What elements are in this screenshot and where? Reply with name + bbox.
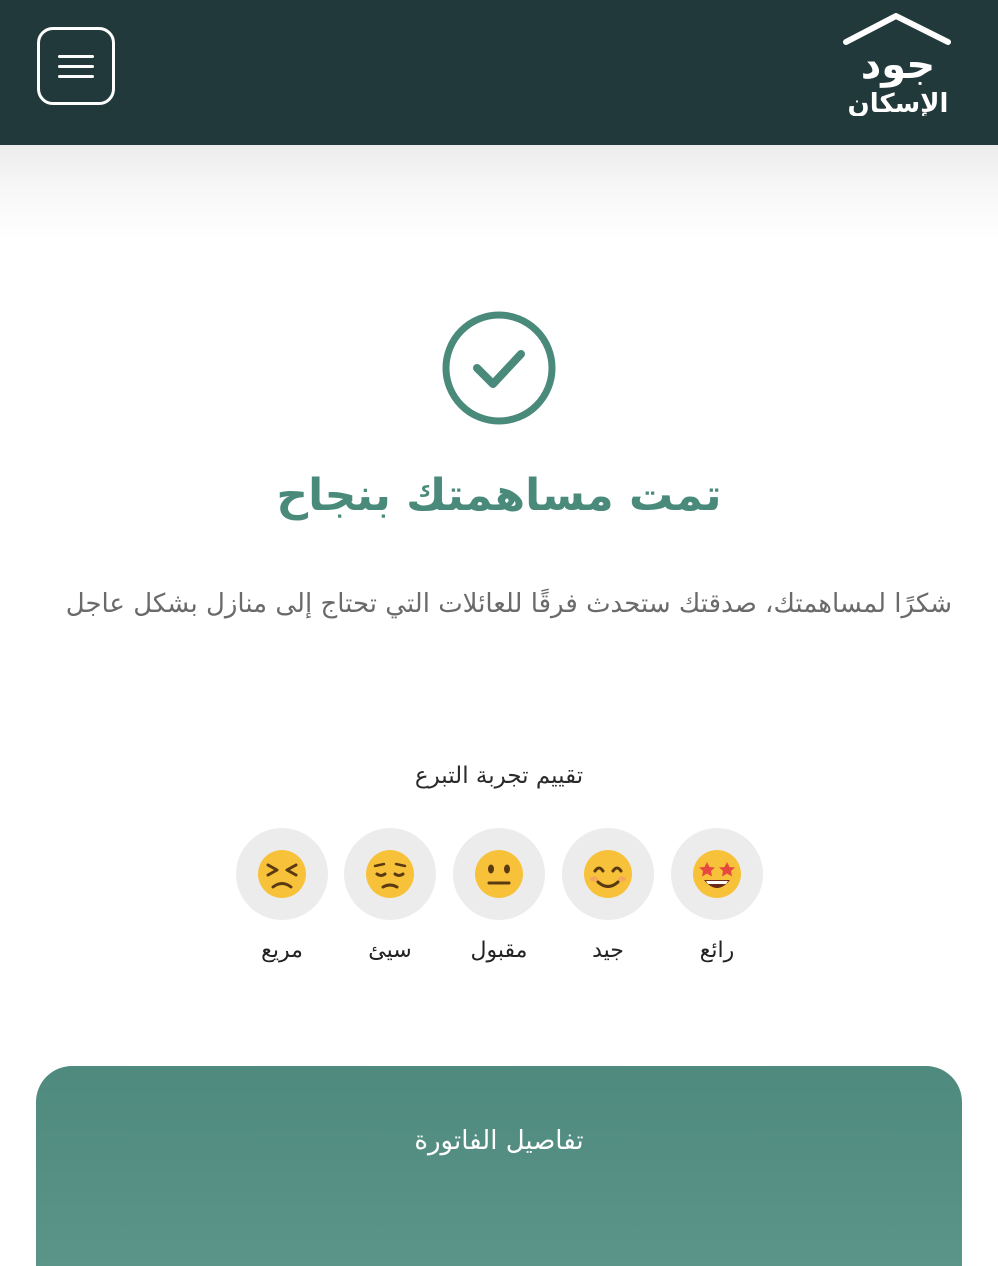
rating-option-bad[interactable]: سيئ	[344, 828, 436, 963]
rating-label: رائع	[699, 938, 735, 963]
hamburger-menu-icon	[58, 54, 94, 58]
top-header: جود الإسكان	[0, 0, 998, 145]
smiling-emoji-icon	[584, 850, 632, 898]
rating-label: سيئ	[368, 938, 412, 963]
rating-option-good[interactable]: جيد	[562, 828, 654, 963]
rating-title: تقييم تجربة التبرع	[414, 763, 584, 789]
jood-eskan-logo[interactable]: جود الإسكان	[834, 12, 962, 116]
rating-option-acceptable[interactable]: مقبول	[453, 828, 545, 963]
menu-button[interactable]	[37, 27, 115, 105]
invoice-card[interactable]: تفاصيل الفاتورة	[36, 1066, 962, 1266]
rating-label: جيد	[592, 938, 624, 963]
rating-option-great[interactable]: رائع	[671, 828, 763, 963]
neutral-emoji-icon	[475, 850, 523, 898]
rating-label: مقبول	[470, 938, 528, 963]
rating-label: مريع	[261, 938, 303, 963]
logo-text-jood: جود	[861, 42, 935, 88]
invoice-title: تفاصيل الفاتورة	[414, 1126, 584, 1156]
header-shadow	[0, 145, 998, 240]
rating-options: رائع جيد مقبول سيئ مريع	[236, 828, 763, 978]
rating-option-terrible[interactable]: مريع	[236, 828, 328, 963]
persevering-emoji-icon	[258, 850, 306, 898]
check-circle-icon	[442, 311, 556, 425]
logo-text-eskan: الإسكان	[848, 89, 949, 116]
success-title: تمت مساهمتك بنجاح	[276, 470, 722, 521]
success-message: شكرًا لمساهمتك، صدقتك ستحدث فرقًا للعائل…	[65, 589, 952, 619]
star-struck-emoji-icon	[693, 850, 741, 898]
pensive-emoji-icon	[366, 850, 414, 898]
